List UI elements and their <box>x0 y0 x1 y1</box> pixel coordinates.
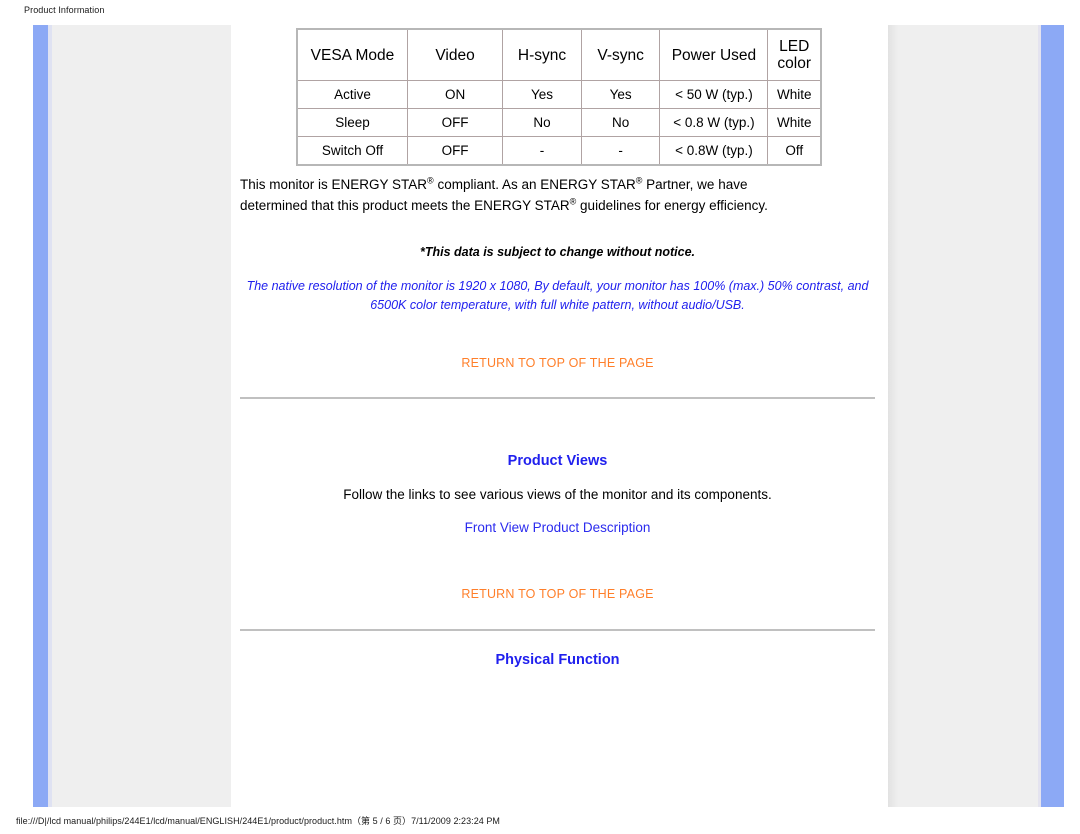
cell-power-used: < 0.8W (typ.) <box>659 136 769 166</box>
energy-star-line1-part1: This monitor is ENERGY STAR <box>240 177 428 192</box>
cell-v-sync: No <box>580 108 661 137</box>
table-header-led-color-line1: LED <box>779 38 810 55</box>
main-content: VESA Mode Video H-sync V-sync Power Used… <box>240 25 875 807</box>
cell-v-sync: - <box>580 136 661 166</box>
section-divider-1 <box>240 397 875 399</box>
left-blue-accent-bar <box>33 25 48 807</box>
cell-video: OFF <box>406 136 504 166</box>
native-resolution-line1: The native resolution of the monitor is … <box>246 279 869 293</box>
cell-h-sync: Yes <box>502 80 582 109</box>
table-row: Active ON Yes Yes < 50 W (typ.) White <box>296 80 822 109</box>
native-resolution-line2: 6500K color temperature, with full white… <box>370 298 745 312</box>
cell-h-sync: No <box>502 108 582 137</box>
table-row: Switch Off OFF - - < 0.8W (typ.) Off <box>296 136 822 166</box>
physical-function-heading: Physical Function <box>495 652 620 668</box>
right-side-panel <box>888 25 1040 807</box>
energy-star-paragraph: This monitor is ENERGY STAR® compliant. … <box>240 174 875 216</box>
native-resolution-note: The native resolution of the monitor is … <box>240 277 875 315</box>
cell-led-color: White <box>767 108 822 137</box>
table-row: Sleep OFF No No < 0.8 W (typ.) White <box>296 108 822 137</box>
power-management-table-wrapper: VESA Mode Video H-sync V-sync Power Used… <box>296 28 822 166</box>
power-management-table: VESA Mode Video H-sync V-sync Power Used… <box>296 28 822 166</box>
cell-vesa-mode: Sleep <box>296 108 408 137</box>
table-header-power-used: Power Used <box>659 28 769 81</box>
left-navigation-panel[interactable] <box>52 25 231 807</box>
product-views-description: Follow the links to see various views of… <box>343 487 772 502</box>
cell-v-sync: Yes <box>580 80 661 109</box>
energy-star-line1-part3: Partner, we have <box>642 177 748 192</box>
cell-video: OFF <box>406 108 504 137</box>
return-to-top-link-1[interactable]: RETURN TO TOP OF THE PAGE <box>240 356 875 370</box>
table-header-h-sync: H-sync <box>502 28 582 81</box>
table-header-led-color: LED color <box>767 28 822 81</box>
print-preview-footer-path: file:///D|/lcd manual/philips/244E1/lcd/… <box>16 816 500 826</box>
table-header-v-sync: V-sync <box>580 28 661 81</box>
return-to-top-link-2[interactable]: RETURN TO TOP OF THE PAGE <box>240 587 875 601</box>
table-header-row: VESA Mode Video H-sync V-sync Power Used… <box>296 28 822 81</box>
table-header-vesa-mode: VESA Mode <box>296 28 408 81</box>
energy-star-line1-part2: compliant. As an ENERGY STAR <box>433 177 636 192</box>
front-view-product-description-link[interactable]: Front View Product Description <box>240 520 875 535</box>
energy-star-line2-part1: determined that this product meets the E… <box>240 198 570 213</box>
cell-power-used: < 0.8 W (typ.) <box>659 108 769 137</box>
print-preview-header-title: Product Information <box>24 5 105 15</box>
registered-mark-icon: ® <box>427 175 434 186</box>
cell-video: ON <box>406 80 504 109</box>
energy-star-line2-part2: guidelines for energy efficiency. <box>576 198 768 213</box>
section-divider-2 <box>240 629 875 631</box>
cell-vesa-mode: Switch Off <box>296 136 408 166</box>
product-views-heading: Product Views <box>507 453 608 469</box>
right-blue-accent-bar <box>1041 25 1064 807</box>
cell-vesa-mode: Active <box>296 80 408 109</box>
table-header-led-color-line2: color <box>777 55 812 72</box>
table-header-video: Video <box>406 28 504 81</box>
data-change-notice: *This data is subject to change without … <box>419 245 696 259</box>
cell-led-color: Off <box>767 136 822 166</box>
cell-h-sync: - <box>502 136 582 166</box>
cell-led-color: White <box>767 80 822 109</box>
cell-power-used: < 50 W (typ.) <box>659 80 769 109</box>
right-side-panel-shading <box>888 25 898 807</box>
